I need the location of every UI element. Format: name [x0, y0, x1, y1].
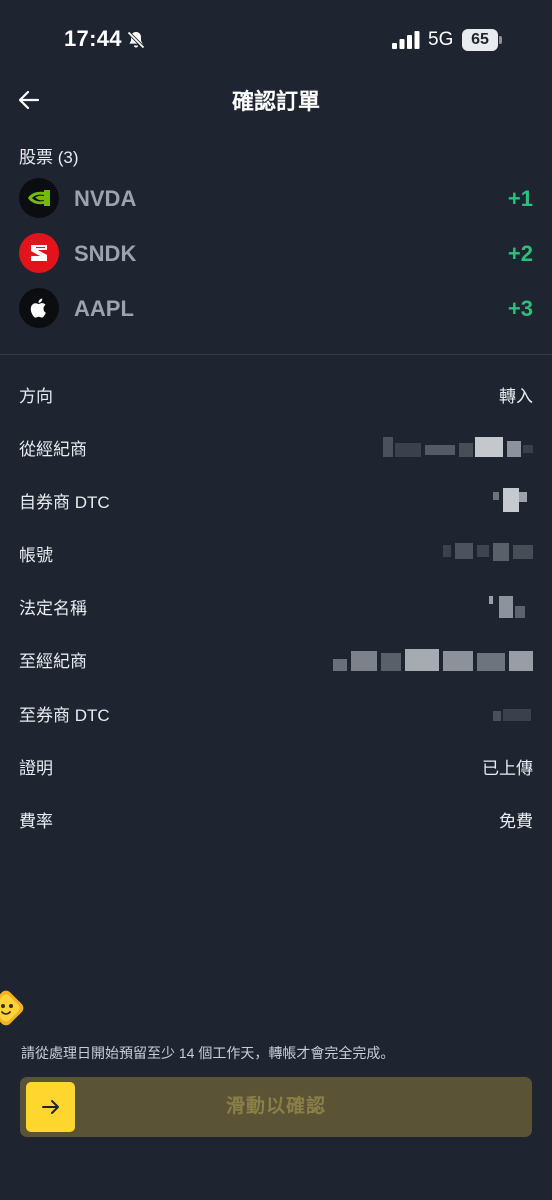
- signal-icon: [392, 31, 420, 49]
- status-bar: 17:44 5G 65: [0, 0, 552, 80]
- redacted-value: [489, 590, 533, 620]
- slide-to-confirm[interactable]: 滑動以確認: [20, 1077, 532, 1137]
- stock-ticker: SNDK: [74, 241, 137, 266]
- stock-row-aapl: AAPL +3: [19, 288, 533, 330]
- stock-row-sndk: SNDK +2: [19, 233, 533, 275]
- nvidia-icon: [19, 178, 59, 218]
- redacted-value: [333, 643, 533, 673]
- detail-row-proof: 證明 已上傳: [19, 750, 533, 780]
- mascot-helper-icon[interactable]: [0, 986, 28, 1030]
- detail-row-to-dtc: 至券商 DTC: [19, 697, 533, 727]
- detail-row-fee: 費率 免費: [19, 803, 533, 833]
- detail-label: 至券商 DTC: [19, 706, 110, 725]
- redacted-value: [493, 697, 533, 727]
- detail-label: 帳號: [19, 546, 53, 565]
- bell-off-icon: [127, 31, 145, 49]
- detail-label: 證明: [19, 759, 53, 778]
- sandisk-icon: [19, 233, 59, 273]
- notice-text: 請從處理日開始預留至少 14 個工作天，轉帳才會完全完成。: [21, 1045, 395, 1061]
- detail-value: 免費: [499, 812, 533, 831]
- arrow-right-icon: [41, 1100, 59, 1114]
- detail-row-legal-name: 法定名稱: [19, 590, 533, 620]
- redacted-value: [443, 537, 533, 567]
- redacted-value: [493, 484, 533, 514]
- status-time: 17:44: [64, 26, 122, 51]
- battery-icon: 65: [462, 29, 502, 51]
- detail-label: 費率: [19, 812, 53, 831]
- detail-label: 從經紀商: [19, 440, 87, 459]
- stock-quantity: +3: [507, 296, 533, 321]
- section-divider: [0, 354, 552, 355]
- detail-row-account: 帳號: [19, 537, 533, 567]
- detail-value: 轉入: [499, 387, 533, 406]
- stock-row-nvda: NVDA +1: [19, 178, 533, 220]
- detail-label: 方向: [19, 387, 53, 406]
- stock-quantity: +1: [507, 186, 533, 211]
- redacted-value: [383, 431, 533, 461]
- stock-ticker: NVDA: [74, 186, 137, 211]
- slider-label: 滑動以確認: [225, 1096, 326, 1117]
- stock-quantity: +2: [507, 241, 533, 266]
- stocks-section-label: 股票 (3): [19, 148, 79, 167]
- battery-level: 65: [462, 29, 498, 51]
- network-label: 5G: [428, 29, 454, 50]
- detail-row-direction: 方向 轉入: [19, 378, 533, 408]
- apple-icon: [19, 288, 59, 328]
- detail-label: 自券商 DTC: [19, 493, 110, 512]
- page-title: 確認訂單: [231, 89, 320, 114]
- detail-value: 已上傳: [482, 759, 533, 778]
- detail-row-to-broker: 至經紀商: [19, 643, 533, 673]
- detail-label: 法定名稱: [19, 599, 87, 618]
- slider-handle[interactable]: [26, 1082, 75, 1132]
- detail-row-from-dtc: 自券商 DTC: [19, 484, 533, 514]
- detail-row-from-broker: 從經紀商: [19, 431, 533, 461]
- detail-label: 至經紀商: [19, 652, 87, 671]
- stock-ticker: AAPL: [74, 296, 134, 321]
